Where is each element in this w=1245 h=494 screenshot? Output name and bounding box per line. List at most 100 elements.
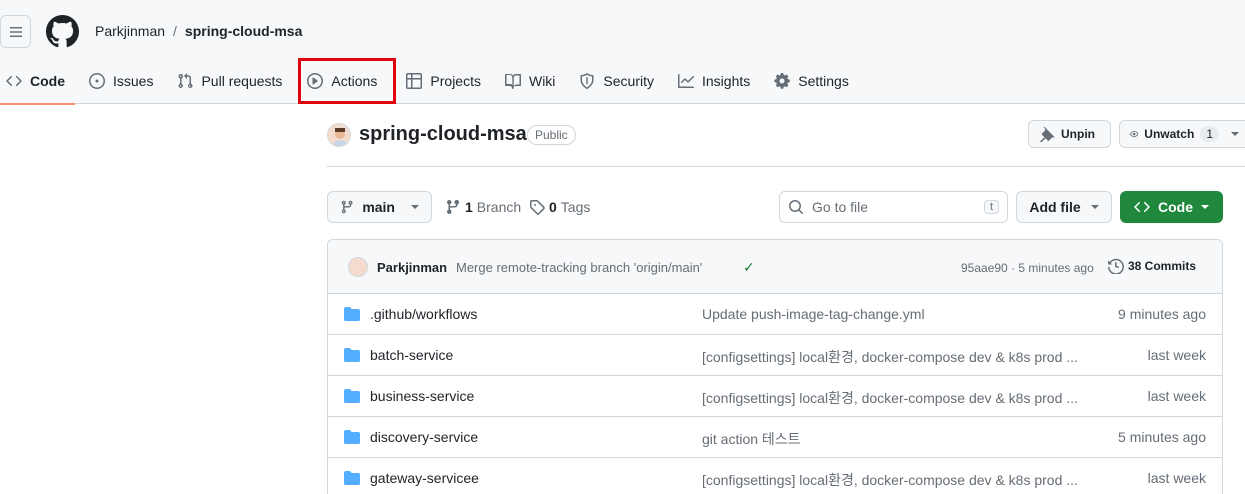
tab-security-label: Security (603, 73, 654, 89)
file-updated-time: last week (1147, 347, 1206, 363)
tab-projects-label: Projects (430, 73, 481, 89)
git-branch-icon (447, 199, 459, 215)
tab-wiki[interactable]: Wiki (495, 58, 565, 104)
commit-hash-time[interactable]: 95aae90 · 5 minutes ago (961, 261, 1094, 275)
unpin-button[interactable]: Unpin (1028, 120, 1111, 148)
file-name[interactable]: gateway-servicee (370, 470, 479, 486)
file-name[interactable]: discovery-service (370, 429, 478, 445)
tags-label: Tags (560, 199, 591, 215)
check-icon[interactable]: ✓ (743, 259, 755, 276)
file-row[interactable]: discovery-service git action 테스트 5 minut… (328, 417, 1222, 458)
code-icon (1134, 201, 1150, 213)
chevron-down-icon (1090, 205, 1099, 209)
file-name[interactable]: business-service (370, 388, 474, 404)
tab-projects[interactable]: Projects (396, 58, 491, 104)
chevron-down-icon (411, 205, 419, 209)
tag-icon (530, 200, 545, 215)
breadcrumb-repo[interactable]: spring-cloud-msa (185, 23, 302, 39)
tab-code[interactable]: Code (0, 58, 75, 105)
watch-count: 1 (1200, 126, 1219, 142)
git-branch-icon (341, 200, 353, 214)
unwatch-label: Unwatch (1144, 127, 1195, 141)
file-commit-message[interactable]: [configsettings] local환경, docker-compose… (702, 347, 1092, 367)
code-icon (6, 75, 22, 87)
file-commit-message[interactable]: Update push-image-tag-change.yml (702, 306, 1092, 322)
tab-settings[interactable]: Settings (764, 58, 859, 104)
latest-commit-bar: Parkjinman Merge remote-tracking branch … (328, 240, 1222, 294)
tab-actions-label: Actions (331, 73, 378, 89)
commits-history-link[interactable]: 38 Commits (1108, 258, 1196, 274)
branches-count: 1 (465, 199, 473, 215)
commit-message[interactable]: Merge remote-tracking branch 'origin/mai… (456, 260, 702, 275)
code-button-label: Code (1158, 199, 1193, 215)
tab-insights-label: Insights (702, 73, 751, 89)
tab-pull-requests-label: Pull requests (201, 73, 283, 89)
table-icon (406, 73, 423, 89)
repo-nav-tabs: Code Issues Pull requests Actions Projec… (0, 58, 859, 105)
file-updated-time: 9 minutes ago (1118, 306, 1206, 322)
file-name[interactable]: batch-service (370, 347, 453, 363)
go-to-file-input[interactable]: Go to file t (779, 191, 1008, 223)
add-file-label: Add file (1029, 199, 1081, 215)
add-file-button[interactable]: Add file (1016, 191, 1112, 223)
menu-button[interactable] (0, 15, 31, 48)
avatar-icon (332, 128, 348, 146)
commits-count: 38 Commits (1128, 259, 1197, 273)
tab-security[interactable]: Security (569, 58, 664, 104)
folder-icon (344, 471, 360, 485)
branch-name: main (362, 199, 395, 215)
shield-icon (580, 73, 594, 89)
tab-issues[interactable]: Issues (79, 58, 163, 104)
repo-header: spring-cloud-msa Public Unpin Unwatch 1 (327, 120, 1245, 167)
tab-issues-label: Issues (113, 73, 154, 89)
tags-count: 0 (549, 199, 557, 215)
commit-author-avatar[interactable] (348, 257, 368, 277)
file-list: Parkjinman Merge remote-tracking branch … (327, 239, 1223, 494)
owner-avatar[interactable] (327, 123, 351, 147)
tab-code-label: Code (30, 73, 65, 89)
chevron-down-icon (1231, 132, 1239, 136)
tags-link[interactable]: 0 Tags (529, 199, 590, 215)
folder-icon (344, 389, 360, 403)
repo-title[interactable]: spring-cloud-msa (359, 123, 527, 146)
branch-selector[interactable]: main (327, 191, 432, 223)
file-row[interactable]: gateway-servicee [configsettings] local환… (328, 458, 1222, 494)
unwatch-button[interactable]: Unwatch 1 (1119, 120, 1245, 148)
tab-actions[interactable]: Actions (298, 58, 397, 104)
file-commit-message[interactable]: git action 테스트 (702, 429, 1092, 449)
pin-icon (1040, 126, 1055, 142)
tab-settings-label: Settings (798, 73, 849, 89)
commit-author[interactable]: Parkjinman (377, 260, 447, 275)
file-updated-time: 5 minutes ago (1118, 429, 1206, 445)
breadcrumb-owner[interactable]: Parkjinman (95, 23, 165, 39)
shortcut-hint: t (983, 200, 999, 214)
history-icon (1108, 258, 1124, 274)
issue-icon (89, 73, 105, 89)
unpin-label: Unpin (1061, 127, 1095, 141)
visibility-badge: Public (527, 125, 576, 145)
tab-wiki-label: Wiki (528, 73, 556, 89)
chevron-down-icon (1201, 205, 1209, 209)
branches-link[interactable]: 1 Branch (445, 199, 521, 215)
tab-pull-requests[interactable]: Pull requests (167, 58, 292, 104)
file-commit-message[interactable]: [configsettings] local환경, docker-compose… (702, 470, 1092, 490)
go-to-file-placeholder: Go to file (812, 199, 869, 215)
code-button[interactable]: Code (1120, 191, 1223, 223)
search-icon (789, 200, 803, 214)
breadcrumb: Parkjinman / spring-cloud-msa (95, 23, 302, 39)
gear-icon (774, 73, 791, 89)
file-row[interactable]: business-service [configsettings] local환… (328, 376, 1222, 417)
branches-label: Branch (476, 199, 522, 215)
github-logo-icon[interactable] (46, 15, 79, 48)
file-name[interactable]: .github/workflows (370, 306, 477, 322)
hamburger-icon (9, 26, 22, 37)
graph-icon (678, 74, 694, 88)
folder-icon (344, 348, 360, 362)
file-updated-time: last week (1147, 388, 1206, 404)
file-row[interactable]: batch-service [configsettings] local환경, … (328, 335, 1222, 376)
tab-insights[interactable]: Insights (668, 58, 760, 104)
file-row[interactable]: .github/workflows Update push-image-tag-… (328, 294, 1222, 335)
folder-icon (344, 430, 360, 444)
top-header: Parkjinman / spring-cloud-msa Code Issue… (0, 0, 1245, 105)
file-commit-message[interactable]: [configsettings] local환경, docker-compose… (702, 388, 1092, 408)
